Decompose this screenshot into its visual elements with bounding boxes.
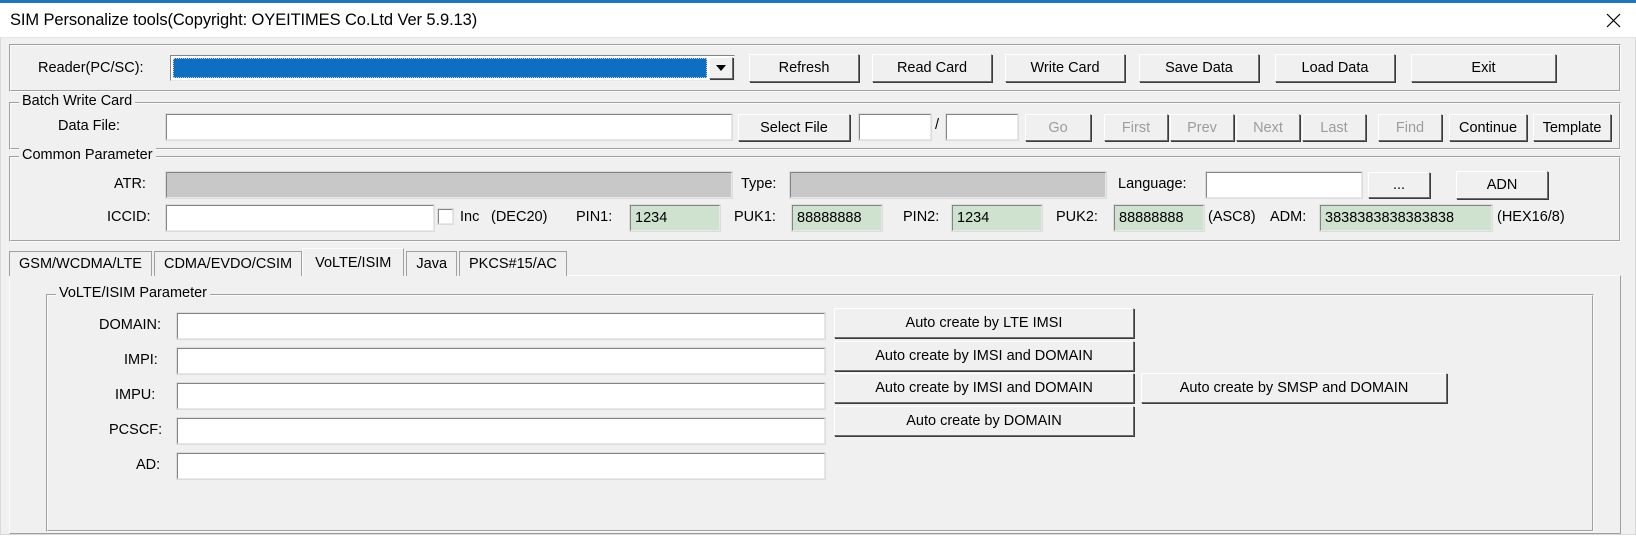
batch-write-card-title: Batch Write Card [19,93,136,109]
tab-bar: GSM/WCDMA/LTE CDMA/EVDO/CSIM VoLTE/ISIM … [9,248,569,276]
type-field [789,171,1107,199]
prev-button[interactable]: Prev [1170,114,1234,141]
asc8-label: (ASC8) [1208,209,1256,225]
auto-create-by-smsp-and-domain-button[interactable]: Auto create by SMSP and DOMAIN [1141,373,1447,403]
puk2-input[interactable]: 88888888 [1113,204,1205,232]
tab-volte-isim[interactable]: VoLTE/ISIM [302,248,405,276]
common-parameter-group: Common Parameter ATR: Type: Language: ..… [9,147,1621,242]
continue-button[interactable]: Continue [1449,114,1527,141]
auto-create-by-imsi-and-domain-button-2[interactable]: Auto create by IMSI and DOMAIN [834,373,1134,403]
impu-label: IMPU: [115,387,156,403]
first-button[interactable]: First [1104,114,1168,141]
hex-format-label: (HEX16/8) [1497,209,1565,225]
impi-label: IMPI: [124,352,158,368]
tab-cdma-evdo-csim[interactable]: CDMA/EVDO/CSIM [153,251,303,276]
impi-input[interactable] [176,347,826,375]
window-title: SIM Personalize tools(Copyright: OYEITIM… [10,10,478,29]
batch-index-current-input[interactable] [858,113,932,141]
impu-input[interactable] [176,382,826,410]
atr-field [165,171,733,199]
pin1-input[interactable]: 1234 [629,204,721,232]
volte-isim-parameter-group: VoLTE/ISIM Parameter DOMAIN: IMPI: IMPU:… [46,285,1594,532]
atr-label: ATR: [114,176,146,192]
puk1-label: PUK1: [734,209,776,225]
pcscf-input[interactable] [176,417,826,445]
close-button[interactable] [1590,3,1636,37]
domain-input[interactable] [176,312,826,340]
language-browse-button[interactable]: ... [1368,172,1430,198]
volte-isim-parameter-title: VoLTE/ISIM Parameter [56,285,211,301]
reader-select[interactable] [170,55,735,81]
refresh-button[interactable]: Refresh [749,54,859,82]
reader-select-value [173,58,707,78]
tab-control: GSM/WCDMA/LTE CDMA/EVDO/CSIM VoLTE/ISIM … [9,248,1621,534]
reader-toolbar: Reader(PC/SC): Refresh Read Card Write C… [9,44,1621,92]
adm-label: ADM: [1270,209,1307,225]
last-button[interactable]: Last [1302,114,1366,141]
pcscf-label: PCSCF: [109,422,163,438]
batch-index-separator: / [935,117,940,133]
go-button[interactable]: Go [1025,114,1091,141]
batch-write-card-group: Batch Write Card Data File: Select File … [9,93,1621,150]
adm-input[interactable]: 3838383838383838 [1319,204,1493,232]
exit-button[interactable]: Exit [1411,54,1556,82]
puk2-label: PUK2: [1056,209,1098,225]
adn-button[interactable]: ADN [1456,171,1548,199]
iccid-input[interactable] [165,204,435,232]
close-icon [1606,13,1620,27]
tab-java[interactable]: Java [406,251,458,276]
type-label: Type: [741,176,777,192]
auto-create-by-imsi-and-domain-button-1[interactable]: Auto create by IMSI and DOMAIN [834,341,1134,371]
chevron-down-icon [716,65,726,71]
data-file-label: Data File: [58,118,121,134]
ad-label: AD: [136,457,161,473]
data-file-input[interactable] [165,113,733,141]
batch-index-total-input[interactable] [945,113,1019,141]
auto-create-by-domain-button[interactable]: Auto create by DOMAIN [834,406,1134,436]
pin1-label: PIN1: [576,209,613,225]
save-data-button[interactable]: Save Data [1139,54,1259,82]
language-label: Language: [1118,176,1187,192]
next-button[interactable]: Next [1236,114,1300,141]
pin2-label: PIN2: [903,209,940,225]
iccid-label: ICCID: [107,209,151,225]
language-input[interactable] [1205,171,1363,199]
dec20-label: (DEC20) [491,209,548,225]
tab-gsm-wcdma-lte[interactable]: GSM/WCDMA/LTE [9,251,152,276]
reader-select-arrow[interactable] [709,57,733,79]
select-file-button[interactable]: Select File [738,114,850,141]
window-title-bar: SIM Personalize tools(Copyright: OYEITIM… [0,0,1636,37]
common-parameter-title: Common Parameter [19,147,156,163]
puk1-input[interactable]: 88888888 [791,204,883,232]
template-button[interactable]: Template [1533,114,1611,141]
reader-label: Reader(PC/SC): [38,60,144,76]
load-data-button[interactable]: Load Data [1275,54,1395,82]
find-button[interactable]: Find [1378,114,1442,141]
pin2-input[interactable]: 1234 [951,204,1043,232]
auto-create-by-lte-imsi-button[interactable]: Auto create by LTE IMSI [834,308,1134,338]
write-card-button[interactable]: Write Card [1005,54,1125,82]
tab-pkcs15-ac[interactable]: PKCS#15/AC [459,251,567,276]
inc-label: Inc [460,209,480,225]
inc-checkbox[interactable] [437,208,454,225]
tab-panel-volte-isim: VoLTE/ISIM Parameter DOMAIN: IMPI: IMPU:… [9,275,1621,534]
domain-label: DOMAIN: [99,317,162,333]
read-card-button[interactable]: Read Card [872,54,992,82]
main-client-area: Reader(PC/SC): Refresh Read Card Write C… [0,37,1636,535]
ad-input[interactable] [176,452,826,480]
